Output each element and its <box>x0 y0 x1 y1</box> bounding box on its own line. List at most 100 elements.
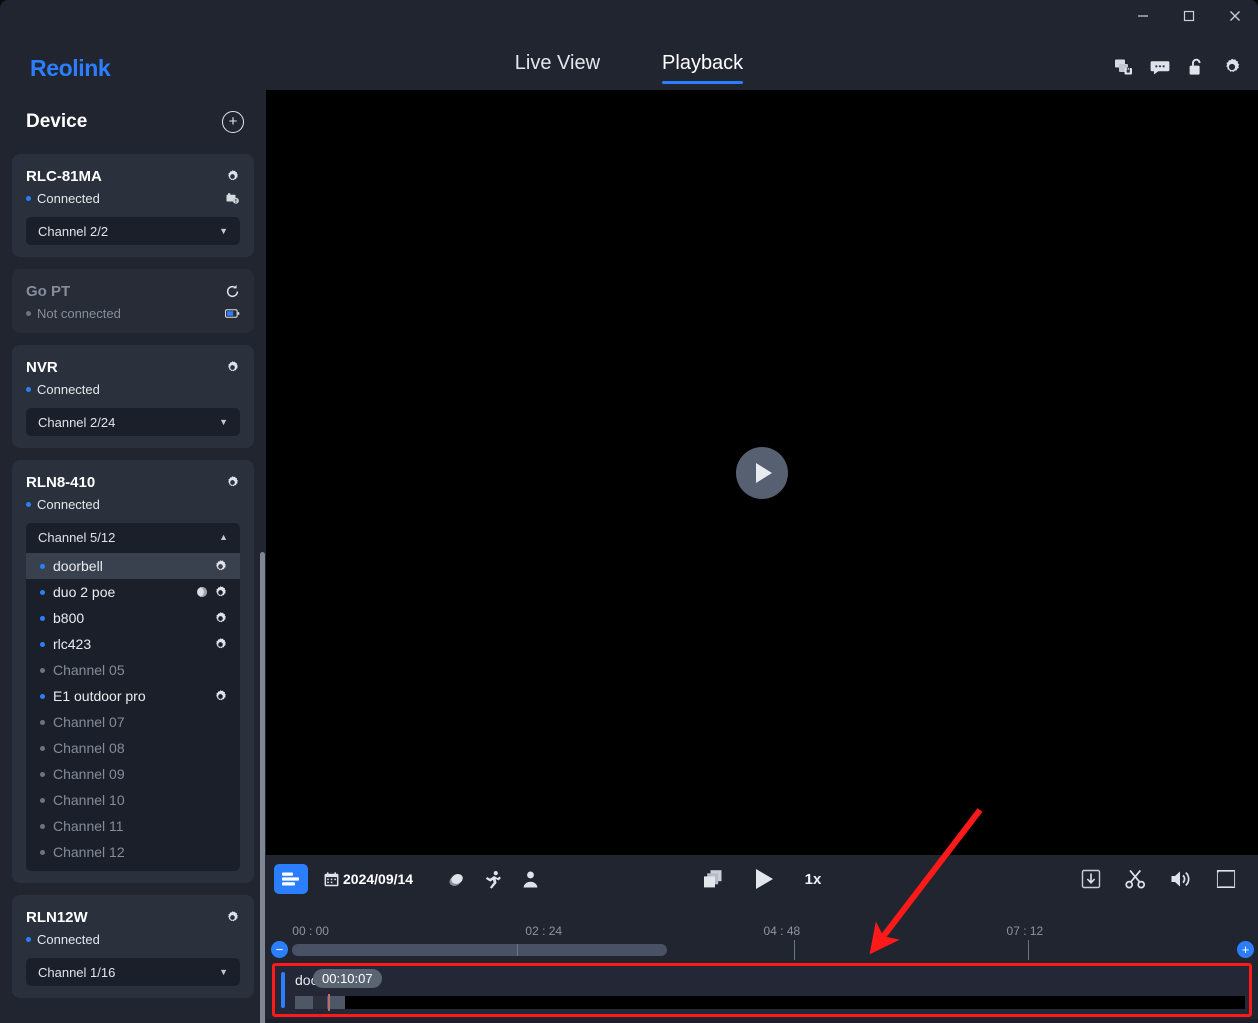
gear-icon[interactable] <box>213 689 228 704</box>
normal-record-icon[interactable] <box>447 870 466 889</box>
status-dot <box>40 719 45 725</box>
gear-icon[interactable] <box>225 910 240 925</box>
files-lock-icon[interactable] <box>1114 57 1134 77</box>
channel-item-b800[interactable]: b800 <box>26 605 240 631</box>
channel-label: E1 outdoor pro <box>53 688 146 704</box>
timeline-time-tooltip: 00:10:07 <box>313 969 382 988</box>
multi-window-icon[interactable] <box>703 869 723 889</box>
status-text: Connected <box>37 497 100 512</box>
gear-icon[interactable] <box>225 475 240 490</box>
play-icon <box>755 462 772 483</box>
device-card-go-pt[interactable]: Go PT Not connected <box>12 269 254 333</box>
fullscreen-icon[interactable] <box>1216 869 1236 889</box>
timeline-marker <box>793 940 795 960</box>
scissors-icon[interactable] <box>1125 869 1146 889</box>
channel-item-doorbell[interactable]: doorbell <box>26 553 240 579</box>
chat-icon[interactable] <box>1150 57 1170 77</box>
tab-playback[interactable]: Playback <box>662 52 744 84</box>
timeline-track-row[interactable]: doorbell 00:10:07 <box>275 966 1249 1014</box>
device-card-rlc-81ma[interactable]: RLC-81MA Connected Channel 2/2 ▼ <box>12 154 254 257</box>
channel-label: doorbell <box>53 558 103 574</box>
download-icon[interactable] <box>1081 869 1101 889</box>
gear-icon[interactable] <box>225 169 240 184</box>
timeline-tick: 04 : 48 <box>763 924 801 938</box>
channel-selector[interactable]: Channel 1/16 ▼ <box>26 958 240 986</box>
device-title-row: NVR <box>26 359 240 376</box>
timeline-scroll-track[interactable] <box>292 940 1230 960</box>
video-player[interactable] <box>266 90 1258 855</box>
channel-label: Channel 09 <box>53 766 125 782</box>
gear-icon[interactable] <box>1222 57 1242 77</box>
scroll-divider <box>517 944 519 956</box>
gear-icon[interactable] <box>213 637 228 652</box>
channel-item-channel-07[interactable]: Channel 07 <box>26 709 240 735</box>
motion-detect-icon[interactable] <box>484 870 503 889</box>
device-status: Connected <box>26 497 240 512</box>
device-name: NVR <box>26 359 58 376</box>
sidebar-scrollbar[interactable] <box>260 552 265 1023</box>
channel-item-channel-12[interactable]: Channel 12 <box>26 839 240 865</box>
channel-selector[interactable]: Channel 5/12 ▲ <box>26 523 240 551</box>
app-header: Reolink Live View Playback <box>0 40 1258 90</box>
date-picker-button[interactable]: 2024/09/14 <box>324 871 413 887</box>
list-view-icon[interactable] <box>274 864 308 894</box>
channel-item-duo-2-poe[interactable]: duo 2 poe <box>26 579 240 605</box>
device-status-row: Not connected <box>26 306 240 321</box>
device-title-row: RLN8-410 <box>26 474 240 491</box>
gear-icon[interactable] <box>213 559 228 574</box>
close-button[interactable] <box>1212 0 1258 32</box>
status-dot <box>40 641 45 647</box>
channel-item-channel-10[interactable]: Channel 10 <box>26 787 240 813</box>
channel-icons <box>213 637 228 652</box>
channel-selector[interactable]: Channel 2/2 ▼ <box>26 217 240 245</box>
device-card-rln12w[interactable]: RLN12W Connected Channel 1/16 ▼ <box>12 895 254 998</box>
selected-date: 2024/09/14 <box>343 871 414 887</box>
status-dot <box>40 771 45 777</box>
channel-selector-label: Channel 2/2 <box>38 223 109 239</box>
tab-live-view[interactable]: Live View <box>515 52 600 84</box>
person-detect-icon[interactable] <box>521 870 540 889</box>
channel-item-rlc423[interactable]: rlc423 <box>26 631 240 657</box>
timeline-playhead[interactable] <box>328 994 330 1011</box>
channel-icons <box>213 689 228 704</box>
channel-label: Channel 05 <box>53 662 125 678</box>
status-dot <box>40 797 45 803</box>
timeline-bottom-strip <box>266 1019 1258 1023</box>
play-button[interactable] <box>753 867 775 891</box>
track-recording-bar[interactable] <box>295 994 1245 1011</box>
sd-card-icon[interactable] <box>225 191 240 206</box>
device-title-row: Go PT <box>26 283 240 300</box>
record-type-filters <box>447 870 540 889</box>
playback-speed-button[interactable]: 1x <box>805 871 822 888</box>
channel-list: doorbell duo 2 poe b800 rlc423 Channel 0… <box>26 551 240 871</box>
minimize-button[interactable] <box>1120 0 1166 32</box>
channel-item-e1-outdoor-pro[interactable]: E1 outdoor pro <box>26 683 240 709</box>
timeline-scroll-thumb[interactable] <box>292 944 668 956</box>
unlock-icon[interactable] <box>1186 57 1206 77</box>
zoom-in-button[interactable]: + <box>1237 941 1254 958</box>
status-dot <box>40 693 45 699</box>
recording-gap <box>313 996 327 1009</box>
refresh-icon[interactable] <box>225 284 240 299</box>
channel-item-channel-08[interactable]: Channel 08 <box>26 735 240 761</box>
device-card-nvr[interactable]: NVR Connected Channel 2/24 ▼ <box>12 345 254 448</box>
maximize-button[interactable] <box>1166 0 1212 32</box>
reolink-app-window: Reolink Live View Playback Device + RLC-… <box>0 0 1258 1023</box>
channel-selector[interactable]: Channel 2/24 ▼ <box>26 408 240 436</box>
gear-icon[interactable] <box>213 585 228 600</box>
channel-item-channel-09[interactable]: Channel 09 <box>26 761 240 787</box>
gear-icon[interactable] <box>213 611 228 626</box>
channel-label: Channel 08 <box>53 740 125 756</box>
battery-icon <box>225 309 240 318</box>
zoom-out-button[interactable]: − <box>271 941 288 958</box>
volume-icon[interactable] <box>1170 869 1192 889</box>
channel-label: Channel 07 <box>53 714 125 730</box>
channel-item-channel-11[interactable]: Channel 11 <box>26 813 240 839</box>
add-device-button[interactable]: + <box>222 111 244 133</box>
play-overlay-button[interactable] <box>736 446 788 499</box>
gear-icon[interactable] <box>225 360 240 375</box>
device-card-rln8-410[interactable]: RLN8-410 Connected Channel 5/12 ▲ doorbe… <box>12 460 254 883</box>
timeline-tick: 00 : 00 <box>292 924 329 938</box>
controls-left-group: 2024/09/14 <box>266 864 540 894</box>
channel-item-channel-05[interactable]: Channel 05 <box>26 657 240 683</box>
